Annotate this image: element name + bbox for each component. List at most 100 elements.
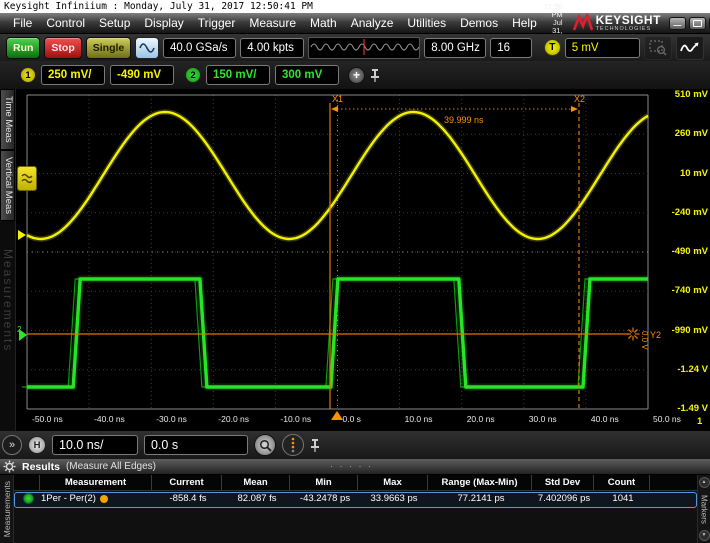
single-button[interactable]: Single: [86, 37, 132, 59]
col-min[interactable]: Min: [290, 475, 358, 490]
scroll-down-button[interactable]: ▼: [699, 530, 710, 541]
restore-button[interactable]: [689, 17, 706, 30]
x1-marker-label[interactable]: X1: [332, 94, 343, 104]
y-axis-label: 260 mV: [650, 128, 708, 139]
waveform-arrow-icon: [680, 40, 700, 56]
channel1-indicator: 1: [697, 416, 702, 427]
keysight-spark-icon: [573, 14, 593, 32]
table-row[interactable]: 1Per - Per(2) -858.4 fs 82.087 fs -43.24…: [14, 492, 697, 508]
y-axis-label: 10 mV: [650, 168, 708, 179]
display-settings-button[interactable]: [135, 37, 159, 59]
markers-strip[interactable]: ▲ Markers ▼: [697, 475, 710, 543]
channel2-scale-field[interactable]: 150 mV/: [206, 65, 270, 85]
measurement-on-icon: [23, 493, 34, 504]
y-axis-label: 510 mV: [650, 89, 708, 100]
channel2-offset-field[interactable]: 300 mV: [275, 65, 339, 85]
col-measurement[interactable]: Measurement: [40, 475, 152, 490]
magnifier-icon: [259, 439, 272, 452]
col-mean[interactable]: Mean: [222, 475, 290, 490]
pin-icon[interactable]: [310, 438, 320, 453]
results-header[interactable]: Results (Measure All Edges) · · · · ·: [0, 459, 710, 475]
horizontal-badge[interactable]: H: [28, 436, 46, 454]
menu-item-math[interactable]: Math: [303, 16, 344, 30]
y-axis-label: -490 mV: [650, 246, 708, 257]
stop-button[interactable]: Stop: [44, 37, 81, 59]
bandwidth-field[interactable]: 8.00 GHz: [424, 38, 486, 58]
col-max[interactable]: Max: [358, 475, 428, 490]
memory-depth-field[interactable]: 4.00 kpts: [240, 38, 303, 58]
menu-item-analyze[interactable]: Analyze: [344, 16, 401, 30]
x-axis-label: -10.0 ns: [280, 414, 311, 424]
add-channel-button[interactable]: +: [348, 67, 365, 84]
menu-item-trigger[interactable]: Trigger: [191, 16, 243, 30]
keysight-logo: KEYSIGHT TECHNOLOGIES: [573, 14, 669, 32]
x-axis-label: -20.0 ns: [218, 414, 249, 424]
expand-sidebar-button[interactable]: »: [2, 435, 22, 455]
sidebar-tab-time-meas[interactable]: Time Meas: [0, 89, 15, 150]
channel1-badge[interactable]: 1: [20, 67, 36, 83]
header-filler: [650, 475, 697, 490]
scroll-up-button[interactable]: ▲: [699, 477, 710, 488]
drag-handle[interactable]: · · · · ·: [330, 461, 373, 471]
y-axis-label: -240 mV: [650, 207, 708, 218]
menu-item-display[interactable]: Display: [137, 16, 190, 30]
menu-item-control[interactable]: Control: [39, 16, 92, 30]
delta-arrow: [331, 106, 578, 112]
sidebar-watermark: Measurements: [1, 249, 15, 352]
menu-item-file[interactable]: File: [6, 16, 39, 30]
sine-icon: [139, 42, 155, 54]
measurements-strip[interactable]: Measurements: [0, 475, 14, 543]
menu-item-setup[interactable]: Setup: [92, 16, 137, 30]
timebase-scale-field[interactable]: 10.0 ns/: [52, 435, 138, 455]
col-current[interactable]: Current: [152, 475, 222, 490]
menu-item-measure[interactable]: Measure: [242, 16, 303, 30]
menu-bar: FileControlSetupDisplayTriggerMeasureMat…: [0, 13, 710, 34]
sample-rate-field[interactable]: 40.0 GSa/s: [163, 38, 236, 58]
channel-bar: 1 250 mV/ -490 mV 2 150 mV/ 300 mV +: [0, 61, 710, 89]
col-range[interactable]: Range (Max-Min): [428, 475, 532, 490]
channel1-scale-field[interactable]: 250 mV/: [41, 65, 105, 85]
waveform-display[interactable]: X1 X2 39.999 ns 0.0 V Y2 2 1 -50.0 ns-40…: [16, 89, 710, 431]
autoscale-button[interactable]: [676, 36, 704, 60]
zoom-box-button[interactable]: [644, 36, 672, 60]
left-sidebar: Time MeasVertical Meas Measurements: [0, 89, 16, 431]
col-count[interactable]: Count: [594, 475, 650, 490]
channel1-offset-field[interactable]: -490 mV: [110, 65, 174, 85]
run-button[interactable]: Run: [6, 37, 40, 59]
trigger-badge[interactable]: T: [544, 39, 561, 56]
channel1-grab-handle[interactable]: [17, 166, 37, 191]
acq-count-field[interactable]: 16: [490, 38, 532, 58]
col-stddev[interactable]: Std Dev: [532, 475, 594, 490]
sidebar-tab-vertical-meas[interactable]: Vertical Meas: [0, 150, 15, 221]
minimize-button[interactable]: —: [669, 17, 686, 30]
x-axis-label: 20.0 ns: [467, 414, 495, 424]
menu-item-demos[interactable]: Demos: [453, 16, 505, 30]
mean-value: 82.087 fs: [223, 493, 291, 504]
max-value: 33.9663 ps: [359, 493, 429, 504]
x-axis-label: 40.0 ns: [591, 414, 619, 424]
channel2-badge[interactable]: 2: [185, 67, 201, 83]
y-axis-label: -1.24 V: [650, 364, 708, 375]
markers-column-button[interactable]: [282, 434, 304, 456]
dotted-column-icon: [289, 437, 297, 453]
timebase-position-field[interactable]: 0.0 s: [144, 435, 248, 455]
menu-item-help[interactable]: Help: [505, 16, 544, 30]
timebase-bar: » H 10.0 ns/ 0.0 s: [0, 431, 710, 459]
waveform-preview[interactable]: [308, 37, 421, 59]
count-value: 1041: [595, 493, 651, 504]
x-axis-label: -40.0 ns: [94, 414, 125, 424]
results-panel: Results (Measure All Edges) · · · · · Me…: [0, 459, 710, 543]
x2-marker-label[interactable]: X2: [574, 94, 585, 104]
restore-icon: [693, 20, 702, 27]
gear-icon[interactable]: [3, 460, 16, 473]
pin-icon[interactable]: [370, 68, 380, 83]
measurement-name-cell[interactable]: 1Per - Per(2): [41, 493, 153, 504]
brand-subname: TECHNOLOGIES: [596, 26, 661, 32]
graticule: [27, 95, 648, 409]
menu-item-utilities[interactable]: Utilities: [400, 16, 453, 30]
x-axis-label: 50.0 ns: [653, 414, 681, 424]
delta-time-label: 39.999 ns: [444, 115, 484, 125]
row-status-cell: [15, 493, 41, 504]
search-button[interactable]: [254, 434, 276, 456]
trigger-level-field[interactable]: 5 mV: [565, 38, 640, 58]
